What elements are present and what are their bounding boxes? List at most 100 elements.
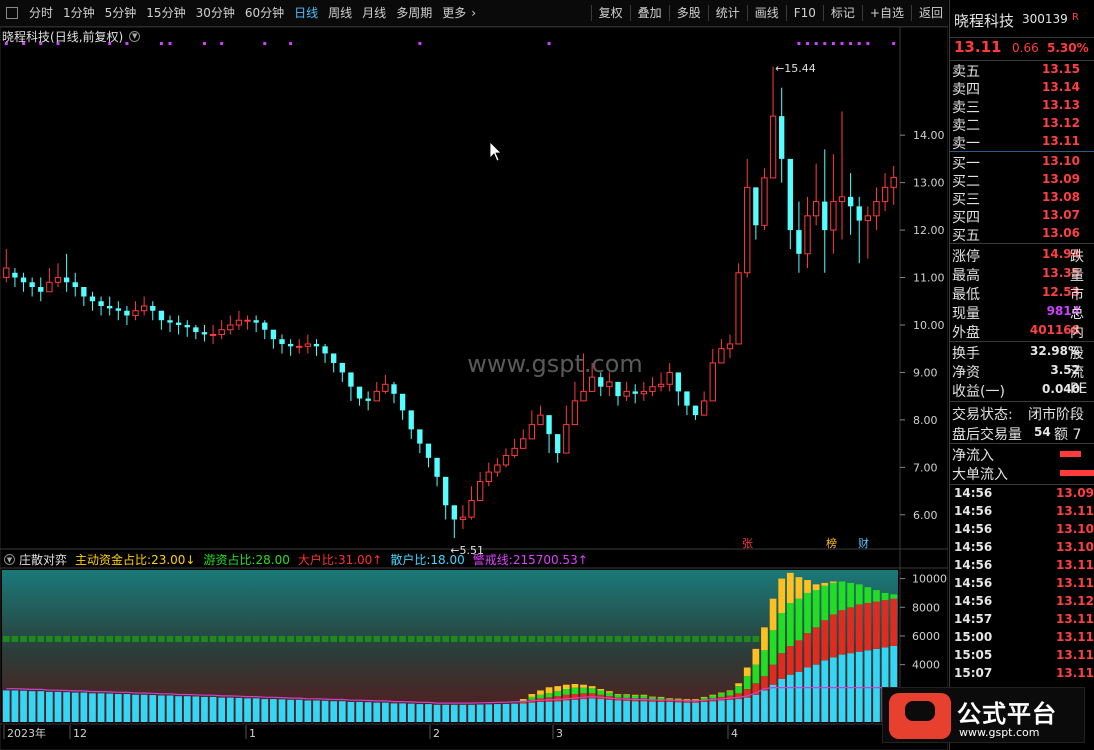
indicator-tick-label: 6000 — [912, 630, 940, 643]
signal-dot — [892, 42, 896, 45]
retail-bar — [416, 704, 424, 722]
active-fund-bar — [709, 694, 717, 696]
hot-money-bar — [545, 693, 553, 698]
retail-bar — [588, 698, 596, 722]
base-green-bar — [2, 635, 10, 642]
active-fund-bar — [640, 694, 648, 696]
active-fund-bar — [623, 694, 630, 696]
ask-row-4-label: 卖四 — [952, 82, 980, 98]
hot-money-bar — [752, 664, 760, 684]
tick-row: 14:56 13.11 — [950, 576, 1094, 594]
tick-row: 14:56 13.11 — [950, 504, 1094, 522]
signal-dot — [823, 42, 827, 45]
large-holder-bar — [580, 693, 587, 700]
candle-body-down — [787, 158, 793, 231]
active-fund-bar — [812, 584, 820, 591]
candle-body-down — [331, 353, 337, 363]
candle-body-up — [640, 390, 648, 395]
hot-money-bar — [786, 602, 794, 646]
base-green-bar — [657, 635, 665, 642]
retail-bar — [63, 692, 70, 722]
signal-dot — [831, 42, 835, 45]
retail-bar — [347, 701, 355, 722]
watermark-text: www.gspt.com — [467, 350, 643, 378]
large-holder-bar — [812, 627, 820, 665]
stat-row-1: 最高 13.35 量 — [950, 265, 1094, 284]
chart-canvas[interactable]: 6.00 7.00 8.00 9.00 10.00 11.00 12.00 13.00 14.0… — [0, 0, 948, 750]
indicator-field-value: 215700.53 — [512, 553, 578, 567]
base-green-bar — [709, 635, 717, 642]
large-holder-bar — [795, 640, 803, 672]
stat-row-2: 最低 12.53 市 — [950, 284, 1094, 303]
base-green-bar — [132, 635, 139, 642]
base-green-bar — [382, 635, 389, 642]
quote-change: 0.66 — [1012, 41, 1039, 55]
large-holder-bar — [554, 696, 562, 702]
tick-price: 13.11 — [1056, 576, 1094, 590]
quote-divider — [950, 443, 1094, 444]
retail-bar — [244, 698, 251, 722]
candle-body-up — [520, 438, 527, 449]
signal-dot — [220, 42, 224, 45]
base-green-bar — [580, 635, 587, 642]
base-green-bar — [752, 635, 760, 642]
retail-bar — [459, 704, 467, 722]
bid-row-2-label: 买二 — [952, 174, 980, 190]
tick-price: 13.09 — [1056, 486, 1094, 500]
candle-body-up — [804, 215, 811, 255]
large-holder-bar — [847, 607, 854, 654]
tick-price: 13.10 — [1056, 540, 1094, 554]
price-tick-label: 11.00 — [913, 272, 945, 285]
candle-body-down — [20, 277, 27, 283]
retail-bar — [562, 700, 570, 722]
tick-row: 15:00 13.11 — [950, 630, 1094, 648]
tick-row: 15:05 13.11 — [950, 648, 1094, 666]
candle-body-down — [632, 391, 638, 394]
signal-dot — [418, 42, 422, 45]
base-green-bar — [562, 635, 570, 642]
hot-money-bar — [571, 687, 579, 695]
candle-body-up — [761, 177, 768, 226]
indicator-field-value: 28.00 — [255, 553, 290, 567]
stock-app-window: 分时 1分钟 5分钟 15分钟 30分钟 60分钟 日线 周线 月线 多周期 更多 › 复权 叠加 多股统… — [0, 0, 1094, 750]
active-fund-bar — [804, 580, 811, 593]
large-holder-bar — [786, 646, 794, 675]
tick-time: 14:56 — [954, 576, 993, 590]
candle-body-down — [779, 116, 785, 159]
active-fund-bar — [580, 684, 587, 688]
indicator-field-value: 18.00 — [430, 553, 465, 567]
base-green-bar — [649, 635, 656, 642]
large-holder-bar — [890, 598, 898, 646]
retail-bar — [545, 701, 553, 722]
active-fund-bar — [674, 698, 682, 700]
large-holder-bar — [562, 694, 570, 701]
candle-body-down — [322, 346, 328, 354]
indicator-field-label: 游资占比: — [203, 553, 256, 567]
retail-bar — [450, 704, 458, 722]
ask-row-2: 卖二 13.12 — [950, 115, 1094, 134]
bid-row-3-value: 13.08 — [1042, 190, 1080, 204]
candle-body-down — [451, 505, 457, 520]
candle-body-down — [38, 287, 44, 292]
retail-bar — [97, 693, 105, 722]
retail-bar — [761, 690, 768, 722]
retail-bar — [278, 699, 286, 722]
candle-body-up — [140, 305, 148, 312]
base-green-bar — [519, 635, 527, 642]
ask-row-5-value: 13.15 — [1042, 62, 1080, 76]
base-green-bar — [313, 635, 320, 642]
chevron-down-icon[interactable]: ▼ — [4, 554, 15, 565]
bid-ask-divider — [950, 151, 1094, 152]
hot-money-bar — [554, 691, 562, 697]
chevron-down-icon[interactable]: ▼ — [129, 30, 141, 42]
base-green-bar — [226, 635, 234, 642]
candle-body-down — [443, 476, 449, 506]
candle-body-up — [54, 277, 62, 283]
retail-bar — [700, 701, 708, 722]
base-green-bar — [114, 635, 122, 642]
stat-row-0-label: 涨停 — [952, 249, 980, 265]
candle-body-up — [726, 343, 734, 350]
active-fund-bar — [519, 699, 527, 701]
tick-row: 14:56 13.10 — [950, 522, 1094, 540]
signal-dot — [840, 42, 844, 45]
